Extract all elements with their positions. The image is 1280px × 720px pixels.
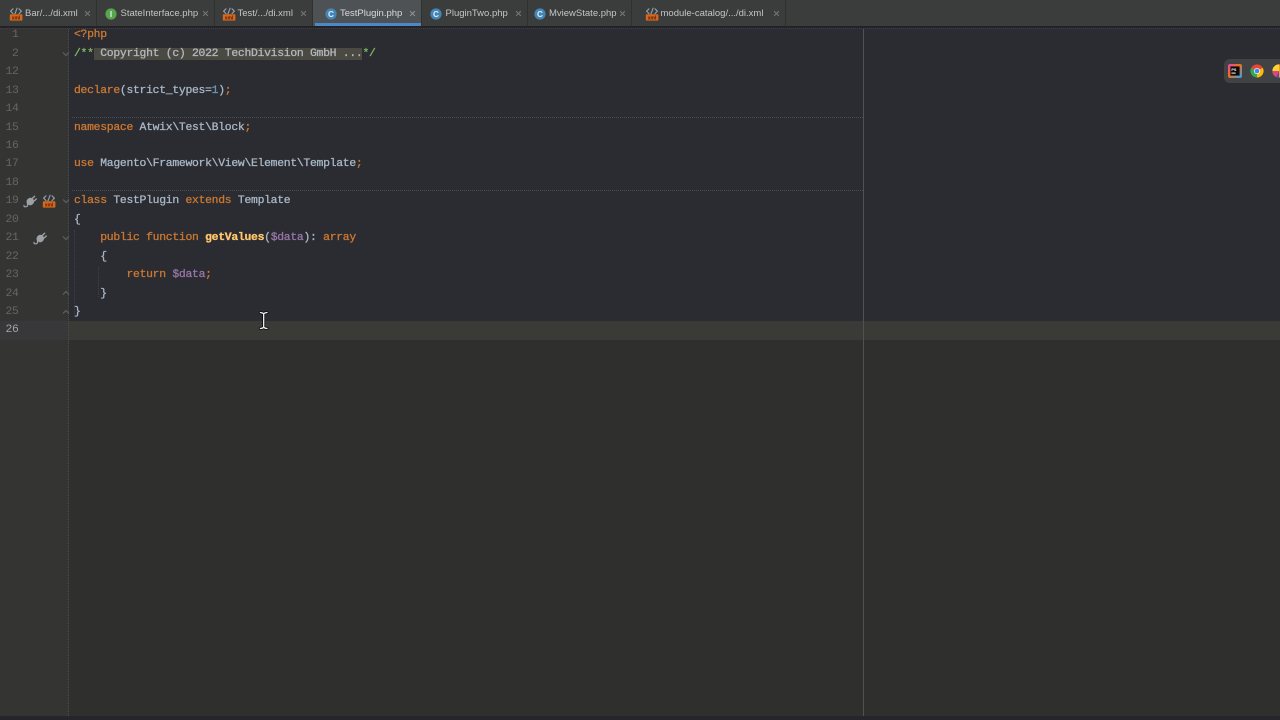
svg-text:xml: xml <box>225 16 234 22</box>
svg-text:PS: PS <box>1231 68 1237 72</box>
svg-text:C: C <box>328 10 334 19</box>
svg-text:xml: xml <box>12 16 21 22</box>
svg-text:xml: xml <box>647 16 656 22</box>
svg-text:I: I <box>109 10 111 19</box>
svg-text:C: C <box>433 10 439 19</box>
svg-text:xml: xml <box>45 203 54 209</box>
svg-text:C: C <box>537 10 543 19</box>
